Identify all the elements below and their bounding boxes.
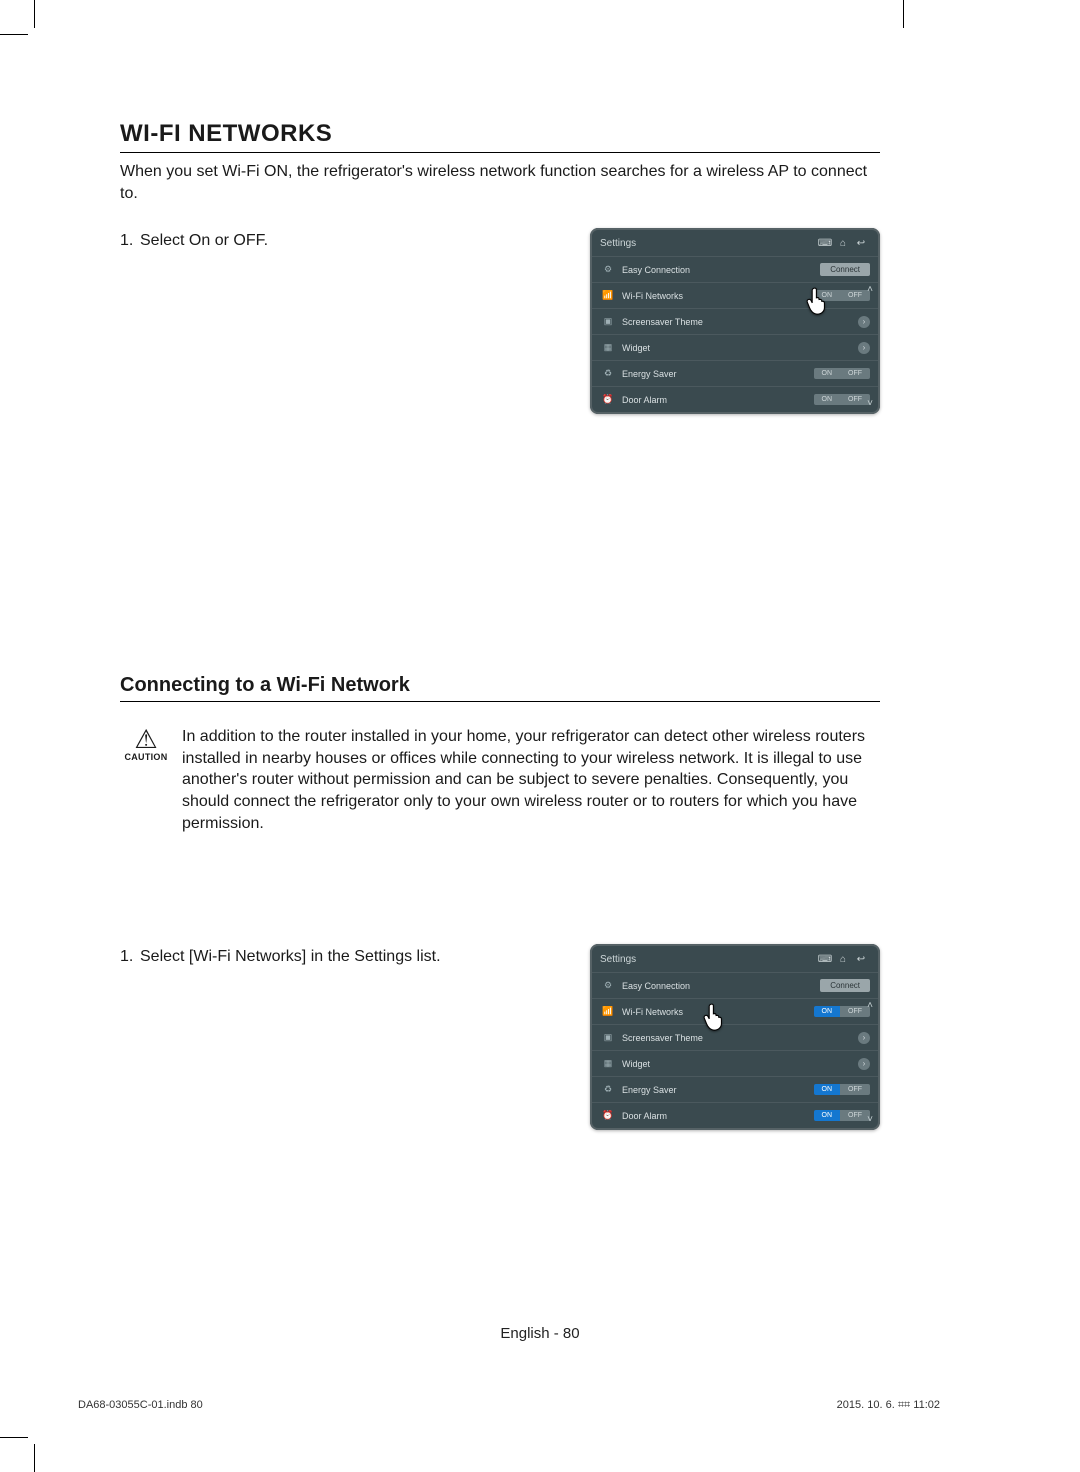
connect-button[interactable]: Connect: [820, 263, 870, 276]
wifi-networks-label: Wi-Fi Networks: [616, 1007, 814, 1017]
subsection-heading: Connecting to a Wi-Fi Network: [120, 674, 880, 702]
row-screensaver[interactable]: ▣ Screensaver Theme ›: [592, 1024, 878, 1050]
keyboard-icon[interactable]: ⌨: [816, 952, 834, 966]
wifi-toggle-on[interactable]: ON: [814, 290, 841, 301]
print-file: DA68-03055C-01.indb 80: [78, 1399, 203, 1412]
caution-triangle-icon: ⚠: [120, 726, 172, 752]
wifi-icon: 📶: [600, 1006, 616, 1017]
wifi-networks-label: Wi-Fi Networks: [616, 291, 814, 301]
step-1-text: 1.Select On or OFF.: [120, 228, 570, 250]
row-screensaver[interactable]: ▣ Screensaver Theme ›: [592, 308, 878, 334]
widget-label: Widget: [616, 1059, 858, 1069]
widget-icon: ▦: [600, 342, 616, 353]
caution-label: CAUTION: [120, 752, 172, 762]
home-icon[interactable]: ⌂: [834, 952, 852, 966]
wifi-toggle[interactable]: ON OFF: [814, 1006, 871, 1017]
gear-icon: ⚙: [600, 264, 616, 275]
chevron-up-icon[interactable]: ˄: [867, 284, 873, 295]
screensaver-label: Screensaver Theme: [616, 1033, 858, 1043]
leaf-icon: ♻: [600, 368, 616, 379]
row-door-alarm[interactable]: ⏰ Door Alarm ON OFF: [592, 1102, 878, 1128]
step-1-number: 1.: [120, 232, 140, 250]
wifi-icon: 📶: [600, 290, 616, 301]
energy-toggle[interactable]: ON OFF: [814, 368, 871, 379]
chevron-up-icon[interactable]: ˄: [867, 1000, 873, 1011]
row-wifi-networks[interactable]: 📶 Wi-Fi Networks ON OFF: [592, 998, 878, 1024]
section-heading: WI-FI NETWORKS: [120, 120, 880, 153]
back-icon[interactable]: ↩: [852, 952, 870, 966]
alarm-icon: ⏰: [600, 394, 616, 405]
scroll-indicator[interactable]: ˄ ˅: [865, 1000, 875, 1125]
row-easy-connection[interactable]: ⚙ Easy Connection Connect: [592, 256, 878, 282]
step-2-instruction: Select [Wi-Fi Networks] in the Settings …: [140, 948, 441, 965]
widget-icon: ▦: [600, 1058, 616, 1069]
row-easy-connection[interactable]: ⚙ Easy Connection Connect: [592, 972, 878, 998]
alarm-icon: ⏰: [600, 1110, 616, 1121]
energy-toggle-on[interactable]: ON: [814, 1084, 841, 1095]
image-icon: ▣: [600, 316, 616, 327]
step-2-number: 1.: [120, 948, 140, 966]
print-metadata: DA68-03055C-01.indb 80 2015. 10. 6. ⌗⌗ 1…: [78, 1399, 940, 1412]
step-1-instruction: Select On or OFF.: [140, 232, 268, 249]
image-icon: ▣: [600, 1032, 616, 1043]
panel-title: Settings: [600, 238, 816, 249]
print-timestamp: 2015. 10. 6. ⌗⌗ 11:02: [837, 1399, 940, 1412]
connect-button[interactable]: Connect: [820, 979, 870, 992]
panel-header: Settings ⌨ ⌂ ↩: [592, 230, 878, 256]
chevron-down-icon[interactable]: ˅: [867, 398, 873, 409]
panel-title: Settings: [600, 954, 816, 965]
row-widget[interactable]: ▦ Widget ›: [592, 1050, 878, 1076]
energy-toggle[interactable]: ON OFF: [814, 1084, 871, 1095]
energy-toggle-on[interactable]: ON: [814, 368, 841, 379]
door-toggle-on[interactable]: ON: [814, 394, 841, 405]
screensaver-label: Screensaver Theme: [616, 317, 858, 327]
row-widget[interactable]: ▦ Widget ›: [592, 334, 878, 360]
settings-panel-figure-2: Settings ⌨ ⌂ ↩ ⚙ Easy Connection Connect…: [590, 944, 880, 1130]
wifi-toggle[interactable]: ON OFF: [814, 290, 871, 301]
row-energy-saver[interactable]: ♻ Energy Saver ON OFF: [592, 1076, 878, 1102]
caution-text: In addition to the router installed in y…: [182, 726, 880, 834]
settings-panel-figure-1: Settings ⌨ ⌂ ↩ ⚙ Easy Connection Connect…: [590, 228, 880, 414]
row-energy-saver[interactable]: ♻ Energy Saver ON OFF: [592, 360, 878, 386]
gear-icon: ⚙: [600, 980, 616, 991]
energy-saver-label: Energy Saver: [616, 369, 814, 379]
keyboard-icon[interactable]: ⌨: [816, 236, 834, 250]
easy-connection-label: Easy Connection: [616, 265, 820, 275]
back-icon[interactable]: ↩: [852, 236, 870, 250]
door-toggle[interactable]: ON OFF: [814, 394, 871, 405]
chevron-down-icon[interactable]: ˅: [867, 1114, 873, 1125]
panel-header: Settings ⌨ ⌂ ↩: [592, 946, 878, 972]
step-1-row: 1.Select On or OFF. Settings ⌨ ⌂ ↩ ⚙ Eas…: [120, 228, 880, 414]
door-toggle-on[interactable]: ON: [814, 1110, 841, 1121]
step-2-row: 1.Select [Wi-Fi Networks] in the Setting…: [120, 944, 880, 1130]
step-2-text: 1.Select [Wi-Fi Networks] in the Setting…: [120, 944, 570, 966]
door-alarm-label: Door Alarm: [616, 395, 814, 405]
row-door-alarm[interactable]: ⏰ Door Alarm ON OFF: [592, 386, 878, 412]
scroll-indicator[interactable]: ˄ ˅: [865, 284, 875, 409]
energy-saver-label: Energy Saver: [616, 1085, 814, 1095]
door-alarm-label: Door Alarm: [616, 1111, 814, 1121]
leaf-icon: ♻: [600, 1084, 616, 1095]
widget-label: Widget: [616, 343, 858, 353]
row-wifi-networks[interactable]: 📶 Wi-Fi Networks ON OFF: [592, 282, 878, 308]
intro-text: When you set Wi-Fi ON, the refrigerator'…: [120, 161, 880, 204]
door-toggle[interactable]: ON OFF: [814, 1110, 871, 1121]
wifi-toggle-on[interactable]: ON: [814, 1006, 841, 1017]
easy-connection-label: Easy Connection: [616, 981, 820, 991]
home-icon[interactable]: ⌂: [834, 236, 852, 250]
page-footer: English - 80: [0, 1325, 1080, 1342]
caution-block: ⚠ CAUTION In addition to the router inst…: [120, 726, 880, 834]
